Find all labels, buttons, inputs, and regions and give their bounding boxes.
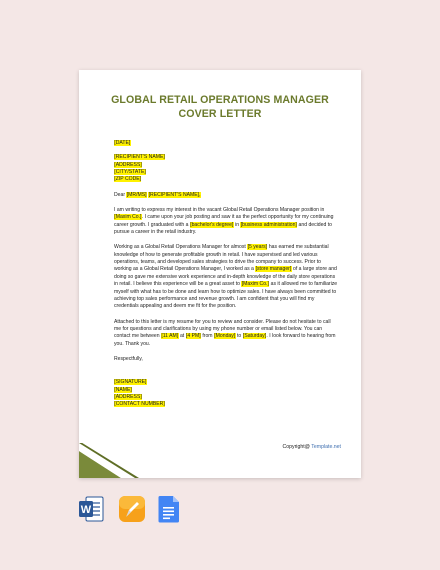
title-line-1: GLOBAL RETAIL OPERATIONS MANAGER bbox=[111, 94, 329, 106]
google-docs-icon[interactable] bbox=[158, 495, 180, 528]
closing: Respectfully, bbox=[114, 355, 143, 362]
date-placeholder: [DATE] bbox=[114, 140, 131, 146]
word-icon[interactable]: W bbox=[78, 495, 104, 528]
letter-body: [DATE] [RECIPIENT'S NAME] [ADDRESS] [CIT… bbox=[114, 140, 339, 409]
time-from-placeholder: [11 AM] bbox=[161, 333, 179, 340]
contact-number-placeholder: [CONTACT NUMBER] bbox=[114, 401, 166, 408]
document-title: GLOBAL RETAIL OPERATIONS MANAGER COVER L… bbox=[79, 93, 361, 121]
day-to-placeholder: [Saturday] bbox=[242, 333, 267, 340]
svg-text:W: W bbox=[81, 504, 92, 516]
day-from-placeholder: [Monday] bbox=[213, 333, 236, 340]
paragraph-3: Attached to this letter is my resume for… bbox=[114, 318, 336, 347]
signature-placeholder: [SIGNATURE] bbox=[114, 379, 147, 386]
greeting-name-placeholder: [RECIPIENT'S NAME], bbox=[148, 191, 201, 198]
degree-placeholder: [bachelor's degree] bbox=[189, 221, 234, 228]
title-line-2: COVER LETTER bbox=[178, 108, 262, 120]
copyright-footer: Copyright@ Template.net bbox=[282, 444, 341, 450]
field-placeholder: [business administration] bbox=[240, 221, 298, 228]
corner-decoration bbox=[79, 443, 139, 478]
address-placeholder: [ADDRESS] bbox=[114, 161, 143, 168]
pages-icon[interactable] bbox=[118, 495, 146, 528]
salutation-placeholder: [MR/MS] bbox=[126, 191, 147, 198]
sender-address-placeholder: [ADDRESS] bbox=[114, 393, 143, 400]
city-state-placeholder: [CITY/STATE] bbox=[114, 169, 147, 176]
template-net-link[interactable]: Template.net bbox=[311, 444, 341, 450]
greeting: Dear [MR/MS] [RECIPIENT'S NAME], bbox=[114, 191, 201, 198]
recipient-name-placeholder: [RECIPIENT'S NAME] bbox=[114, 154, 166, 161]
company-placeholder: [Maxim Co.] bbox=[241, 281, 270, 288]
copyright-text: Copyright@ bbox=[282, 444, 310, 450]
time-to-placeholder: [4 PM] bbox=[185, 333, 201, 340]
paragraph-2: Working as a Global Retail Operations Ma… bbox=[114, 244, 338, 310]
app-icons-row: W bbox=[0, 495, 440, 535]
role-placeholder: [store manager] bbox=[255, 266, 292, 273]
paragraph-1: I am writing to express my interest in t… bbox=[114, 207, 334, 236]
years-placeholder: [5 years] bbox=[247, 244, 268, 251]
company-placeholder: [Maxim Co.] bbox=[114, 214, 142, 221]
letter-page: GLOBAL RETAIL OPERATIONS MANAGER COVER L… bbox=[79, 70, 361, 478]
zip-placeholder: [ZIP CODE] bbox=[114, 176, 142, 183]
name-placeholder: [NAME] bbox=[114, 386, 133, 393]
